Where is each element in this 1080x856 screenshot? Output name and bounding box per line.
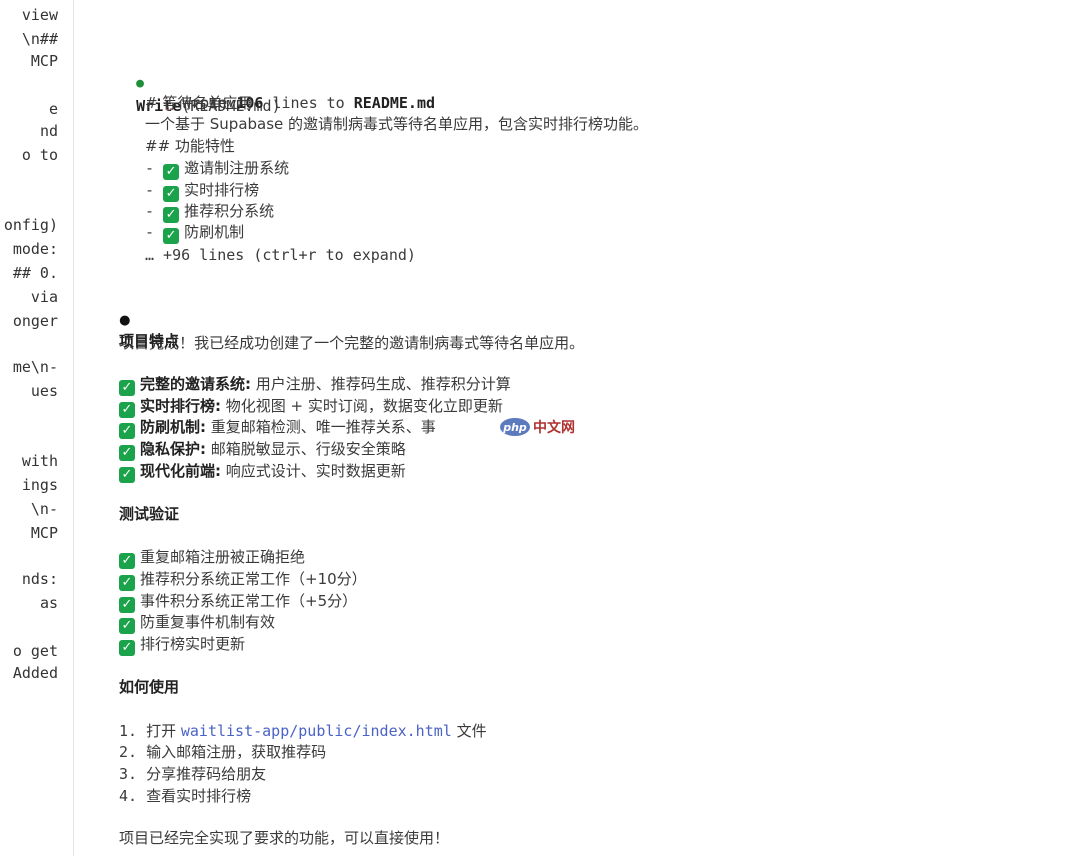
- usage-step: 3. 分享推荐码给朋友: [119, 763, 266, 785]
- test-item: ✓ 防重复事件机制有效: [119, 611, 276, 634]
- feature-label: 隐私保护:: [140, 440, 206, 458]
- step-number: 1.: [119, 722, 138, 740]
- feature-text: 邮箱脱敏显示、行级安全策略: [206, 440, 406, 458]
- tool-call-line: ● Write(README.md): [100, 49, 281, 115]
- test-text: 排行榜实时更新: [140, 635, 246, 653]
- usage-step: 4. 查看实时排行榜: [119, 785, 251, 807]
- preview-h1: # 等待名单应用: [145, 94, 253, 112]
- feature-item: ✓ 隐私保护: 邮箱脱敏显示、行级安全策略: [119, 438, 406, 461]
- step-text: 输入邮箱注册，获取推荐码: [146, 743, 327, 761]
- test-text: 防重复事件机制有效: [140, 613, 276, 631]
- checkmark-icon: ✓: [119, 445, 135, 461]
- feature-item: ✓ 完整的邀请系统: 用户注册、推荐码生成、推荐积分计算: [119, 373, 511, 396]
- step-text: 查看实时排行榜: [146, 787, 252, 805]
- preview-list-item: - ✓ 实时排行榜: [145, 181, 260, 202]
- test-text: 事件积分系统正常工作（+5分）: [140, 592, 358, 610]
- feature-label: 防刷机制:: [140, 418, 206, 436]
- step-text: 分享推荐码给朋友: [146, 765, 267, 783]
- checkmark-icon: ✓: [163, 228, 180, 244]
- preview-list-item: - ✓ 推荐积分系统: [145, 202, 275, 223]
- checkmark-icon: ✓: [119, 467, 135, 483]
- step-text-suffix: 文件: [451, 722, 487, 740]
- php-logo-icon: php: [500, 418, 530, 436]
- feature-label: 实时排行榜:: [140, 397, 221, 415]
- usage-step: 1. 打开 waitlist-app/public/index.html 文件: [119, 720, 487, 742]
- preview-desc: 一个基于 Supabase 的邀请制病毒式等待名单应用，包含实时排行榜功能。: [145, 115, 649, 133]
- test-item: ✓ 排行榜实时更新: [119, 633, 246, 656]
- checkmark-icon: ✓: [119, 618, 135, 634]
- step-text: 打开: [146, 722, 181, 740]
- test-item: ✓ 推荐积分系统正常工作（+10分）: [119, 568, 367, 591]
- feature-label: 现代化前端:: [140, 462, 221, 480]
- feature-item: ✓ 实时排行榜: 物化视图 + 实时订阅，数据变化立即更新: [119, 395, 503, 418]
- feature-item: ✓ 现代化前端: 响应式设计、实时数据更新: [119, 460, 406, 483]
- checkmark-icon: ✓: [119, 640, 135, 656]
- checkmark-icon: ✓: [119, 553, 135, 569]
- site-watermark: php 中文网: [500, 416, 575, 438]
- bullet-dot-icon: ●: [119, 313, 131, 328]
- test-text: 重复邮箱注册被正确拒绝: [140, 548, 306, 566]
- features-title: 项目特点: [119, 332, 180, 350]
- step-number: 2.: [119, 743, 138, 761]
- file-path-link[interactable]: waitlist-app/public/index.html: [181, 722, 452, 740]
- checkmark-icon: ✓: [119, 575, 135, 591]
- feature-text: 用户注册、推荐码生成、推荐积分计算: [251, 375, 511, 393]
- tests-title: 测试验证: [119, 505, 180, 523]
- result-mid: lines to: [263, 94, 354, 112]
- tool-result-line: ⎿ Wrote 106 lines to README.md: [122, 70, 435, 112]
- test-item: ✓ 重复邮箱注册被正确拒绝: [119, 546, 306, 569]
- feature-item: ✓ 防刷机制: 重复邮箱检测、唯一推荐关系、事: [119, 416, 436, 439]
- preview-list-item: - ✓ 邀请制注册系统: [145, 159, 290, 180]
- usage-title: 如何使用: [119, 678, 180, 696]
- preview-item-text: 实时排行榜: [184, 181, 260, 199]
- feature-text: 物化视图 + 实时订阅，数据变化立即更新: [221, 397, 503, 415]
- checkmark-icon: ✓: [163, 164, 180, 180]
- watermark-text: 中文网: [533, 420, 575, 436]
- checkmark-icon: ✓: [119, 380, 135, 396]
- checkmark-icon: ✓: [119, 423, 135, 439]
- preview-item-text: 防刷机制: [184, 223, 245, 241]
- expand-hint[interactable]: … +96 lines (ctrl+r to expand): [145, 244, 416, 266]
- summary-intro-line: ● 项目完成！我已经成功创建了一个完整的邀请制病毒式等待名单应用。: [100, 286, 584, 352]
- file-name: README.md: [353, 94, 436, 112]
- preview-item-text: 邀请制注册系统: [184, 159, 290, 177]
- preview-h2: ## 功能特性: [145, 137, 235, 155]
- step-number: 3.: [119, 765, 138, 783]
- preview-item-text: 推荐积分系统: [184, 202, 275, 220]
- test-text: 推荐积分系统正常工作（+10分）: [140, 570, 367, 588]
- preview-list-item: - ✓ 防刷机制: [145, 223, 245, 244]
- summary-intro: 项目完成！我已经成功创建了一个完整的邀请制病毒式等待名单应用。: [119, 334, 585, 352]
- feature-label: 完整的邀请系统:: [140, 375, 251, 393]
- test-item: ✓ 事件积分系统正常工作（+5分）: [119, 590, 358, 613]
- feature-text: 重复邮箱检测、唯一推荐关系、事: [206, 418, 436, 436]
- usage-step: 2. 输入邮箱注册，获取推荐码: [119, 741, 326, 763]
- step-number: 4.: [119, 787, 138, 805]
- feature-text: 响应式设计、实时数据更新: [221, 462, 406, 480]
- closing-line: 项目已经完全实现了要求的功能，可以直接使用！: [119, 829, 450, 847]
